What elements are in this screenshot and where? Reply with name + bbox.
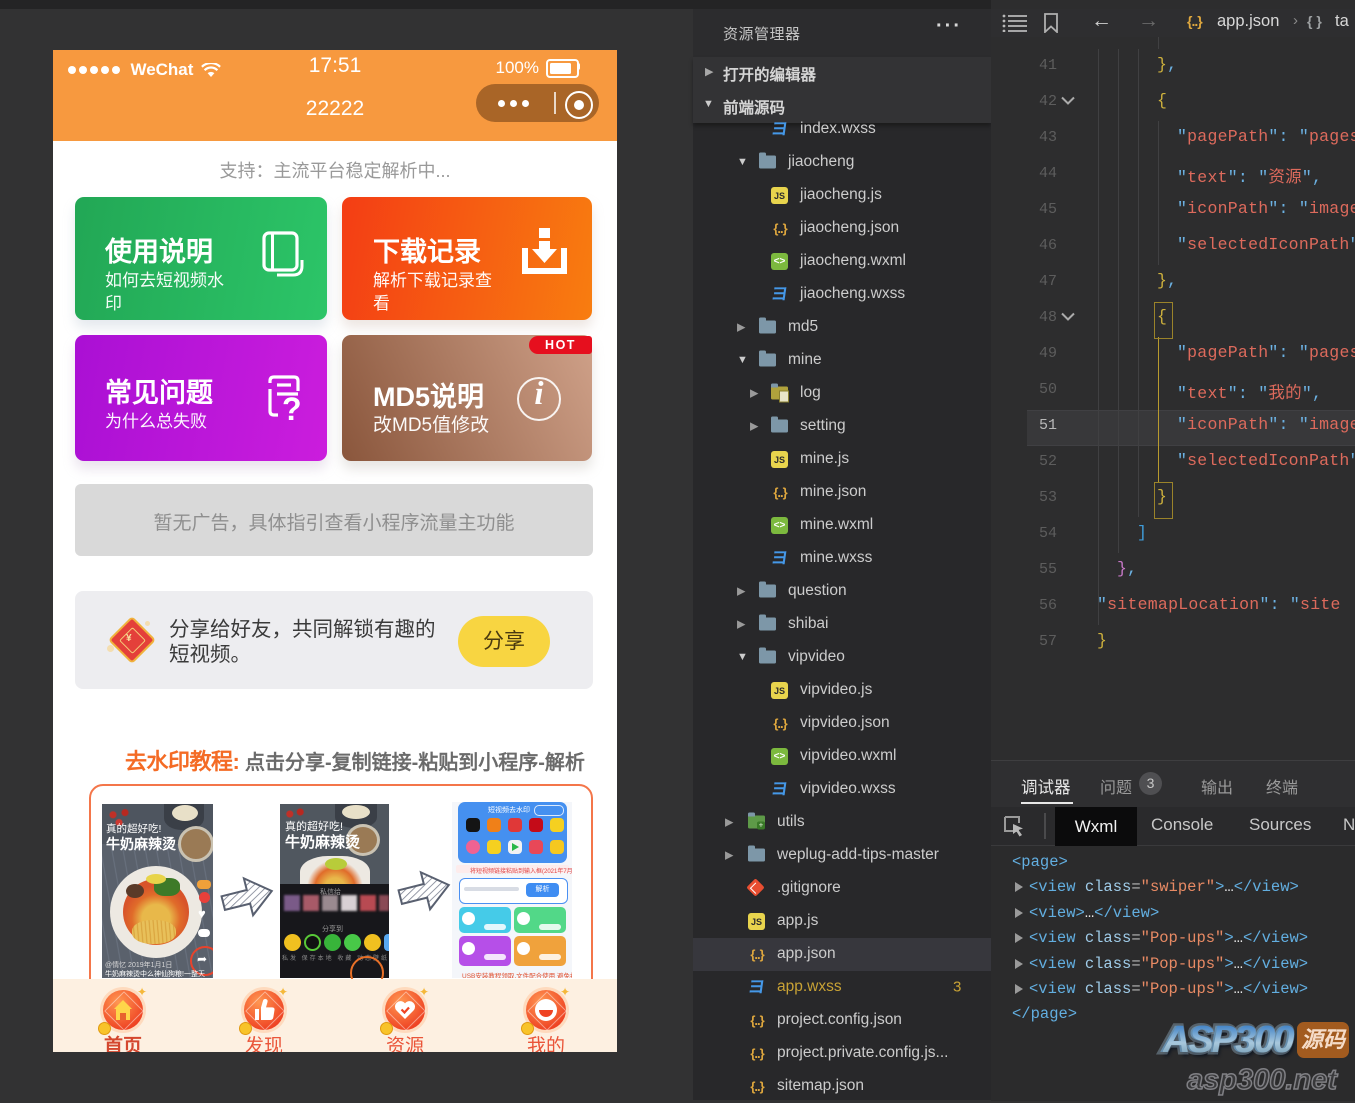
svg-text:?: ? (282, 391, 302, 423)
